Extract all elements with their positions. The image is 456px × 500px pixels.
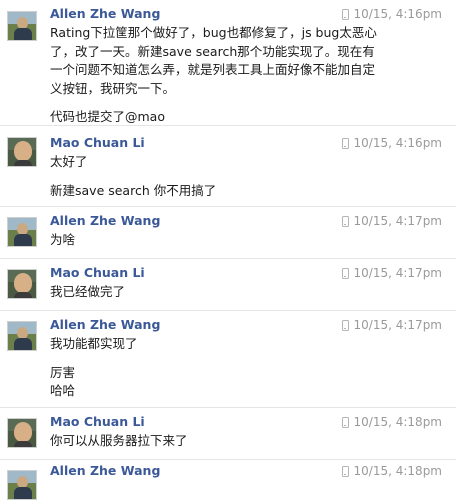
message-line: 我已经做完了 [50, 284, 126, 299]
message-meta: 10/15, 4:17pm [341, 214, 442, 228]
message-body: Rating下拉筐那个做好了，bug也都修复了，js bug太恶心 了，改了一天… [50, 24, 400, 127]
message-item: Mao Chuan Li 10/15, 4:18pm 你可以从服务器拉下来了 [0, 408, 456, 460]
message-meta: 10/15, 4:16pm [341, 7, 442, 21]
timestamp: 10/15, 4:17pm [353, 318, 442, 332]
message-item: Allen Zhe Wang 10/15, 4:18pm [0, 460, 456, 500]
timestamp: 10/15, 4:17pm [353, 214, 442, 228]
message-line: 厉害 [50, 364, 76, 380]
message-body: 我功能都实现了 厉害 哈哈 [50, 335, 400, 401]
sender-name[interactable]: Mao Chuan Li [50, 414, 145, 429]
timestamp: 10/15, 4:18pm [353, 464, 442, 478]
mobile-phone-icon [341, 465, 349, 477]
sender-name[interactable]: Allen Zhe Wang [50, 317, 160, 332]
message-thread: Allen Zhe Wang 10/15, 4:16pm Rating下拉筐那个… [0, 0, 456, 500]
message-body: 我已经做完了 [50, 283, 400, 302]
message-line: 为啥 [50, 232, 76, 247]
sender-name[interactable]: Allen Zhe Wang [50, 6, 160, 21]
message-line: 哈哈 [50, 383, 76, 398]
avatar[interactable] [7, 321, 37, 351]
message-meta: 10/15, 4:17pm [341, 318, 442, 332]
avatar[interactable] [7, 418, 37, 448]
mobile-phone-icon [341, 215, 349, 227]
message-meta: 10/15, 4:16pm [341, 136, 442, 150]
avatar[interactable] [7, 470, 37, 500]
message-line: 太好了 [50, 154, 88, 169]
timestamp: 10/15, 4:16pm [353, 136, 442, 150]
message-line: 义按钮，我研究一下。 [50, 80, 176, 96]
message-item: Mao Chuan Li 10/15, 4:16pm 太好了 新建save se… [0, 126, 456, 207]
message-meta: 10/15, 4:17pm [341, 266, 442, 280]
message-line [50, 172, 400, 182]
avatar[interactable] [7, 137, 37, 167]
sender-name[interactable]: Mao Chuan Li [50, 265, 145, 280]
message-line: 你可以从服务器拉下来了 [50, 433, 188, 448]
message-item: Allen Zhe Wang 10/15, 4:17pm 我功能都实现了 厉害 … [0, 311, 456, 408]
message-line: 我功能都实现了 [50, 336, 138, 351]
timestamp: 10/15, 4:16pm [353, 7, 442, 21]
message-line [50, 354, 400, 364]
message-body: 为啥 [50, 231, 400, 250]
mobile-phone-icon [341, 319, 349, 331]
message-line [50, 98, 400, 108]
message-line: 一个问题不知道怎么弄，就是列表工具上面好像不能加自定 [50, 62, 376, 77]
message-line: 了，改了一天。新建save search那个功能实现了。现在有 [50, 43, 375, 59]
sender-name[interactable]: Allen Zhe Wang [50, 213, 160, 228]
mobile-phone-icon [341, 8, 349, 20]
timestamp: 10/15, 4:18pm [353, 415, 442, 429]
message-item: Allen Zhe Wang 10/15, 4:16pm Rating下拉筐那个… [0, 0, 456, 126]
message-line: Rating下拉筐那个做好了，bug也都修复了，js bug太恶心 [50, 25, 377, 40]
avatar[interactable] [7, 11, 37, 41]
message-item: Mao Chuan Li 10/15, 4:17pm 我已经做完了 [0, 259, 456, 311]
message-item: Allen Zhe Wang 10/15, 4:17pm 为啥 [0, 207, 456, 259]
message-meta: 10/15, 4:18pm [341, 464, 442, 478]
message-line: 新建save search 你不用搞了 [50, 182, 217, 198]
message-body: 你可以从服务器拉下来了 [50, 432, 400, 451]
message-meta: 10/15, 4:18pm [341, 415, 442, 429]
message-line: 代码也提交了@mao [50, 109, 165, 124]
message-body: 太好了 新建save search 你不用搞了 [50, 153, 400, 200]
sender-name[interactable]: Allen Zhe Wang [50, 463, 160, 478]
timestamp: 10/15, 4:17pm [353, 266, 442, 280]
mobile-phone-icon [341, 267, 349, 279]
mobile-phone-icon [341, 137, 349, 149]
avatar[interactable] [7, 269, 37, 299]
mobile-phone-icon [341, 416, 349, 428]
avatar[interactable] [7, 217, 37, 247]
sender-name[interactable]: Mao Chuan Li [50, 135, 145, 150]
